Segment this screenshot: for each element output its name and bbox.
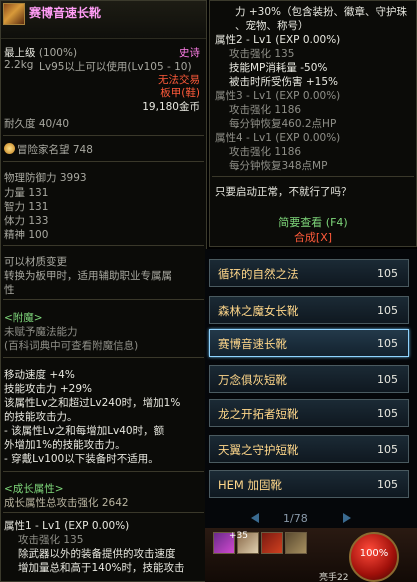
- divider: [3, 161, 204, 162]
- next-page-icon[interactable]: [343, 513, 351, 523]
- item-type: 板甲(鞋): [160, 87, 200, 99]
- item-title: 赛博音速长靴: [29, 6, 102, 20]
- tooltip-line: 、宠物、称号）: [235, 20, 309, 32]
- skill-slot-icon[interactable]: [285, 532, 307, 554]
- skill-count: +35: [229, 531, 248, 541]
- item-weight: 2.2kg: [4, 59, 34, 71]
- page-indicator: 1/78: [283, 512, 308, 525]
- fame-row: 冒险家名望 748: [4, 142, 93, 157]
- growth-attr-header: 属性4 - Lv1 (EXP 0.00%): [215, 132, 341, 144]
- material-change-line: 可以材质变更: [4, 256, 67, 268]
- stat-row: 力量 131: [4, 187, 49, 199]
- tooltip-line: 被击时所受伤害 +15%: [229, 76, 338, 88]
- effect-line: - 该属性Lv之和每增加Lv40时，额: [4, 425, 165, 437]
- growth-header: <成长属性>: [4, 483, 64, 495]
- list-item[interactable]: 龙之开拓者短靴 105: [209, 399, 409, 427]
- material-change-line: 性: [4, 284, 15, 296]
- effect-line: 的技能攻击力。: [4, 411, 78, 423]
- tooltip-line: 攻击强化 135: [229, 48, 295, 60]
- growth-attr1-atk: 攻击强化 135: [18, 534, 84, 546]
- divider: [212, 176, 414, 177]
- tooltip-line: 每分钟恢复348点MP: [229, 160, 328, 172]
- item-rarity: 史诗: [179, 47, 200, 59]
- hp-orb: 100%: [349, 532, 399, 582]
- effect-line: 该属性Lv之和超过Lv240时，增加1%: [4, 397, 181, 409]
- growth-attr1-desc: 除武器以外的装备提供的攻击速度: [18, 548, 176, 560]
- boots-icon: [3, 3, 25, 25]
- item-price: 19,180金币: [142, 101, 200, 113]
- list-item[interactable]: 森林之魔女长靴 105: [209, 296, 409, 324]
- prev-page-icon[interactable]: [251, 513, 259, 523]
- brief-view-button[interactable]: 简要查看 (F4): [210, 214, 416, 230]
- list-item[interactable]: 天翼之守护短靴 105: [209, 435, 409, 463]
- tooltip-line: 攻击强化 1186: [229, 104, 302, 116]
- stat-row: 体力 133: [4, 215, 49, 227]
- stat-row: 精神 100: [4, 229, 49, 241]
- item-durability: 耐久度 40/40: [4, 118, 70, 130]
- divider: [3, 299, 204, 300]
- growth-attr1-desc: 增加量总和高于140%时，技能攻击: [18, 562, 185, 574]
- item-grade: 最上级 (100%): [4, 47, 78, 59]
- tooltip-line: 技能MP消耗量 -50%: [229, 62, 328, 74]
- compose-button[interactable]: 合成[X]: [210, 229, 416, 245]
- growth-attr-header: 属性2 - Lv1 (EXP 0.00%): [215, 34, 341, 46]
- effect-line: 技能攻击力 +29%: [4, 383, 92, 395]
- skill-slot-icon[interactable]: [261, 532, 283, 554]
- tooltip-line: 每分钟恢复460.2点HP: [229, 118, 337, 130]
- growth-attr1: 属性1 - Lv1 (EXP 0.00%): [4, 520, 130, 532]
- item-tooltip-continued: 力 +30%（包含装扮、徽章、守护珠 、宠物、称号） 属性2 - Lv1 (EX…: [209, 0, 417, 247]
- stat-row: 物理防御力 3993: [4, 172, 87, 184]
- growth-total: 成长属性总攻击强化 2642: [4, 497, 129, 509]
- enchant-header: <附魔>: [4, 312, 43, 324]
- material-change-line: 转换为板甲时，适用辅助职业专属属: [4, 270, 172, 282]
- list-item[interactable]: HEM 加固靴 105: [209, 470, 409, 498]
- stat-row: 智力 131: [4, 201, 49, 213]
- divider: [3, 471, 204, 472]
- fame-icon: [4, 143, 15, 154]
- effect-line: 外增加1%的技能攻击力。: [4, 439, 126, 451]
- divider: [3, 357, 204, 358]
- tooltip-header: 赛博音速长靴: [1, 1, 206, 39]
- tooltip-line: 力 +30%（包含装扮、徽章、守护珠: [235, 6, 407, 18]
- pagination: 1/78: [243, 509, 363, 529]
- tooltip-line: 攻击强化 1186: [229, 146, 302, 158]
- enchant-line: 未赋予魔法能力: [4, 326, 78, 338]
- growth-attr-header: 属性3 - Lv1 (EXP 0.00%): [215, 90, 341, 102]
- list-item[interactable]: 万念俱灰短靴 105: [209, 365, 409, 393]
- divider: [3, 135, 204, 136]
- hp-value: 100%: [359, 548, 389, 559]
- divider: [3, 512, 204, 513]
- effect-line: 移动速度 +4%: [4, 369, 75, 381]
- list-item[interactable]: 循环的自然之法 105: [209, 259, 409, 287]
- divider: [3, 245, 204, 246]
- list-item-selected[interactable]: 赛博音速长靴 105: [209, 329, 409, 357]
- item-tooltip: 赛博音速长靴 最上级 (100%) 史诗 2.2kg Lv95以上可以使用(Lv…: [0, 0, 207, 582]
- enchant-line: (百科词典中可查看附魔信息): [4, 340, 139, 352]
- flavor-text: 只要启动正常，不就行了吗？: [215, 186, 352, 198]
- hud-label: 亮手22: [319, 573, 349, 582]
- effect-line: - 穿戴Lv100以下装备时不适用。: [4, 453, 159, 465]
